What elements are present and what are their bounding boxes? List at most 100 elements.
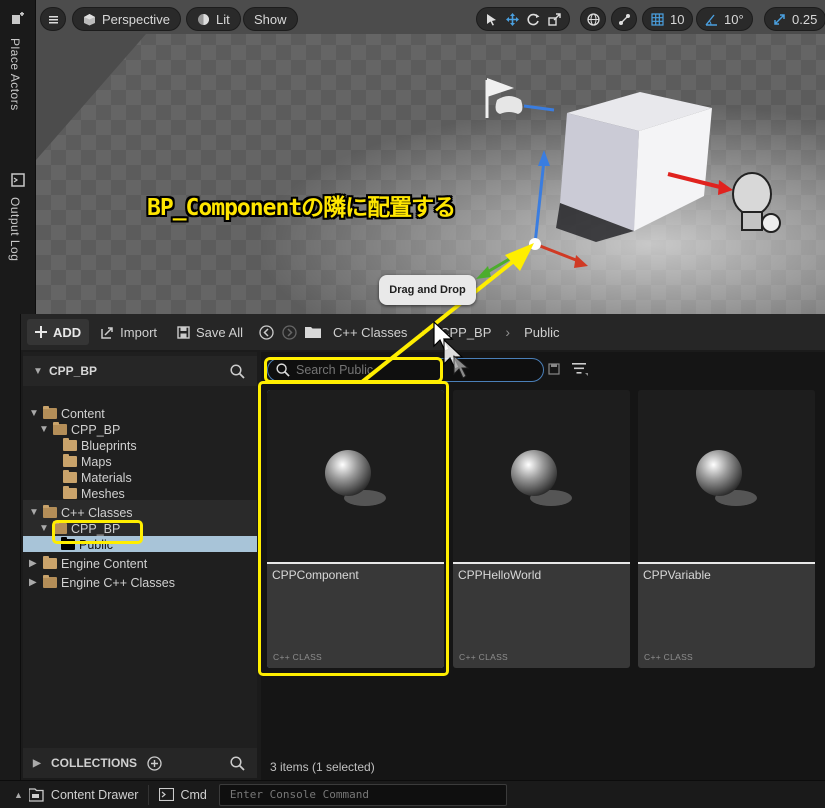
tree-item-label: C++ Classes (61, 505, 133, 520)
asset-card[interactable]: CPPHelloWorld C++ CLASS (453, 390, 630, 668)
chevron-down-icon: ▼ (29, 408, 39, 419)
tree-item-cpp-bp[interactable]: ▼ CPP_BP (39, 421, 120, 438)
breadcrumb-item-cpp-bp[interactable]: CPP_BP (440, 325, 491, 340)
asset-card[interactable]: CPPVariable C++ CLASS (638, 390, 815, 668)
console-input[interactable]: Enter Console Command (218, 783, 507, 806)
angle-snap-button[interactable]: 10° (696, 7, 753, 31)
angle-snap-group: 10° (696, 6, 753, 32)
scale-snap-value: 0.25 (792, 11, 818, 27)
perspective-label: Perspective (102, 11, 170, 27)
show-group: Show (243, 6, 298, 32)
sphere-thumbnail-icon (511, 450, 572, 506)
place-actors-tab[interactable]: Place Actors (8, 38, 22, 111)
folder-icon (63, 470, 77, 483)
breadcrumb-item-cpp-classes[interactable]: C++ Classes (333, 325, 407, 340)
import-label: Import (120, 324, 158, 340)
add-collection-icon[interactable] (147, 755, 162, 771)
forward-icon[interactable] (282, 324, 297, 340)
select-icon[interactable] (485, 13, 498, 26)
folder-icon (43, 406, 57, 419)
grid-snap-button[interactable]: 10 (642, 7, 694, 31)
tree-item-label: Meshes (81, 486, 125, 501)
tree-item-label: CPP_BP (71, 422, 121, 437)
world-space-button[interactable] (580, 7, 606, 31)
viewport-menu-button[interactable] (40, 7, 66, 31)
save-all-label: Save All (196, 324, 243, 340)
cpp-folder-icon (43, 575, 57, 588)
show-button[interactable]: Show (243, 7, 298, 31)
item-count-status: 3 items (1 selected) (270, 760, 375, 774)
import-icon (101, 326, 113, 339)
chevron-down-icon: ▼ (33, 365, 43, 377)
output-log-tab[interactable]: Output Log (8, 197, 22, 261)
perspective-group: Perspective (72, 6, 181, 32)
chevron-down-icon: ▼ (29, 507, 39, 518)
add-label: ADD (53, 324, 82, 340)
grid-icon (651, 12, 664, 26)
save-all-button[interactable]: Save All (169, 319, 251, 345)
tree-item-label: Maps (81, 454, 112, 469)
scale-snap-icon (774, 13, 785, 25)
rotate-icon[interactable] (527, 13, 540, 26)
viewport-left-toolbar (40, 6, 66, 32)
move-icon[interactable] (506, 12, 519, 26)
chevron-right-icon: ▶ (33, 757, 41, 769)
filter-icon[interactable] (572, 362, 588, 376)
collections-header[interactable]: ▶ COLLECTIONS (23, 748, 257, 778)
lit-button[interactable]: Lit (186, 7, 241, 31)
folder-icon (53, 422, 67, 435)
chevron-right-icon: › (421, 324, 427, 340)
tree-item-label: Blueprints (81, 438, 137, 453)
tree-item-label: Engine Content (61, 556, 148, 571)
chevron-right-icon: › (505, 324, 511, 340)
tree-header[interactable]: ▼ CPP_BP (23, 356, 257, 386)
tree-item-maps[interactable]: Maps (63, 453, 112, 470)
scale-icon[interactable] (548, 12, 561, 26)
surface-snap-group (611, 6, 637, 32)
perspective-button[interactable]: Perspective (72, 7, 181, 31)
tree-item-blueprints[interactable]: Blueprints (63, 437, 137, 454)
asset-info: CPPVariable C++ CLASS (638, 564, 815, 668)
asset-thumbnail (453, 390, 630, 562)
status-bar: ▲ Content Drawer Cmd Enter Console Comma… (0, 780, 825, 808)
search-icon[interactable] (230, 364, 245, 379)
cpp-folder-icon (43, 505, 57, 518)
add-button[interactable]: ADD (27, 319, 90, 345)
place-actors-icon[interactable] (11, 12, 25, 26)
breadcrumb-item-public[interactable]: Public (524, 325, 559, 340)
save-search-icon[interactable] (548, 363, 560, 375)
show-label: Show (254, 11, 287, 27)
menu-icon (48, 15, 58, 23)
folder-tree-panel: ▼ CPP_BP ▼ Content ▼ CPP_BP Blueprints M… (23, 352, 257, 778)
tree-item-cpp-classes[interactable]: ▼ C++ Classes (29, 504, 133, 521)
tree-item-engine-cpp-classes[interactable]: ▶ Engine C++ Classes (29, 574, 175, 591)
output-log-icon[interactable] (11, 173, 25, 187)
angle-icon (705, 14, 717, 26)
tree-item-label: Engine C++ Classes (61, 575, 175, 590)
back-icon[interactable] (259, 324, 274, 340)
tree-item-engine-content[interactable]: ▶ Engine Content (29, 555, 147, 572)
import-button[interactable]: Import (93, 319, 165, 345)
tree-item-label: Content (61, 406, 105, 421)
chevron-right-icon: ▶ (29, 558, 37, 569)
search-icon[interactable] (230, 756, 245, 771)
perspective-cube-icon (84, 13, 95, 25)
save-icon (177, 325, 190, 339)
content-drawer-button[interactable]: ▲ Content Drawer (14, 788, 138, 802)
tree-item-materials[interactable]: Materials (63, 469, 132, 486)
cmd-button[interactable]: Cmd (159, 788, 207, 802)
content-drawer-icon (28, 787, 44, 802)
grid-snap-value: 10 (670, 11, 685, 27)
world-space-group (580, 6, 606, 32)
chevron-up-icon: ▲ (14, 789, 23, 800)
search-highlight (264, 357, 443, 383)
tree-item-content[interactable]: ▼ Content (29, 405, 105, 422)
drag-drop-tooltip: Drag and Drop (379, 275, 476, 305)
lit-label: Lit (216, 11, 230, 27)
tree-header-label: CPP_BP (49, 364, 98, 378)
scale-snap-button[interactable]: 0.25 (764, 7, 825, 31)
level-viewport[interactable]: Perspective Lit Show 10 10° 0.25 BP_Comp… (36, 0, 825, 314)
chevron-right-icon: ▶ (29, 577, 37, 588)
surface-snap-button[interactable] (611, 7, 637, 31)
content-browser-toolbar: ADD Import Save All C++ Classes › CPP_BP… (21, 314, 825, 350)
